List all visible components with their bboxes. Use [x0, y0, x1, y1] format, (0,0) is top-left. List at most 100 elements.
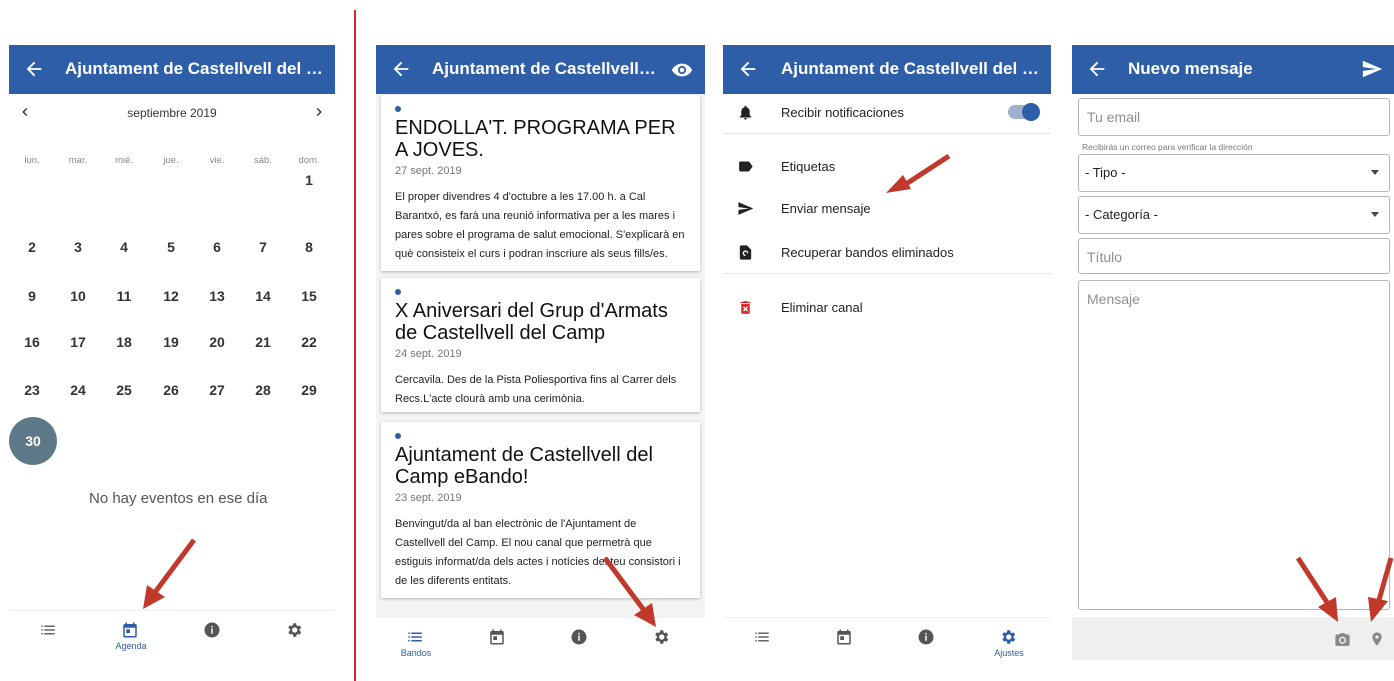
calendar-day[interactable]: 3	[55, 239, 101, 255]
nav-ajustes-label: Ajustes	[994, 648, 1024, 658]
calendar-day[interactable]: 23	[9, 382, 55, 398]
info-icon	[571, 629, 587, 645]
gear-icon	[655, 630, 669, 644]
calendar-day[interactable]: 28	[240, 382, 286, 398]
calendar-day[interactable]: 25	[101, 382, 147, 398]
bando-body: El proper divendres 4 d'octubre a les 17…	[395, 191, 685, 260]
back-arrow-icon[interactable]	[390, 58, 412, 80]
calendar-day[interactable]: 29	[286, 382, 332, 398]
nav-info[interactable]	[887, 618, 967, 665]
camera-icon[interactable]	[1334, 631, 1351, 648]
calendar-day[interactable]: 22	[286, 334, 332, 350]
bando-title: X Aniversari del Grup d'Armats de Castel…	[395, 300, 668, 344]
categoria-value: - Categoría -	[1085, 207, 1158, 222]
weekday-label: jue.	[163, 155, 179, 166]
calendar-day[interactable]: 8	[286, 239, 332, 255]
mensaje-field[interactable]: Mensaje	[1078, 280, 1390, 610]
section-divider	[354, 10, 356, 681]
labels-row[interactable]: Etiquetas	[723, 147, 1051, 187]
next-month-chevron-icon[interactable]	[311, 104, 327, 120]
calendar-day[interactable]: 26	[148, 382, 194, 398]
unread-dot	[395, 106, 401, 112]
notifications-toggle[interactable]	[1008, 103, 1040, 121]
nav-agenda[interactable]	[458, 618, 538, 665]
delete-channel-row[interactable]: Eliminar canal	[723, 288, 1051, 328]
send-message-row[interactable]: Enviar mensaje	[723, 189, 1051, 229]
labels-label: Etiquetas	[781, 159, 836, 174]
nav-ajustes[interactable]: Ajustes	[969, 618, 1049, 665]
calendar-day[interactable]: 2	[9, 239, 55, 255]
calendar-day[interactable]: 16	[9, 334, 55, 350]
bando-body: Cercavila. Des de la Pista Poliesportiva…	[395, 374, 677, 405]
attachment-bar	[1072, 617, 1394, 660]
calendar-day[interactable]: 11	[101, 288, 147, 304]
calendar-day[interactable]: 18	[101, 334, 147, 350]
restore-icon	[739, 245, 752, 260]
calendar-day[interactable]: 5	[148, 239, 194, 255]
unread-dot	[395, 433, 401, 439]
calendar-day[interactable]: 21	[240, 334, 286, 350]
month-label: septiembre 2019	[127, 106, 217, 120]
toggle-knob	[1022, 103, 1040, 121]
titulo-field[interactable]: Título	[1078, 238, 1390, 274]
nav-agenda[interactable]: Agenda	[91, 611, 171, 659]
calendar-day[interactable]: 1	[286, 172, 332, 188]
calendar-day[interactable]: 20	[194, 334, 240, 350]
back-arrow-icon[interactable]	[737, 58, 759, 80]
bottom-navigation: Bandos	[376, 617, 705, 665]
app-title: Ajuntament de Castellvell del Camp	[65, 59, 327, 78]
calendar-day[interactable]: 14	[240, 288, 286, 304]
tipo-select[interactable]: - Tipo -	[1078, 154, 1390, 192]
recover-label: Recuperar bandos eliminados	[781, 245, 954, 260]
nav-ajustes[interactable]	[255, 611, 335, 659]
weekday-label: dom.	[298, 155, 320, 166]
tipo-value: - Tipo -	[1085, 165, 1126, 180]
divider	[723, 133, 1051, 134]
bando-card[interactable]: X Aniversari del Grup d'Armats de Castel…	[381, 278, 700, 412]
selected-day[interactable]: 30	[9, 417, 57, 465]
bandos-screen: Ajuntament de Castellvell de... ENDOLLA'…	[376, 45, 705, 665]
calendar-icon	[123, 622, 137, 638]
calendar-day[interactable]: 13	[194, 288, 240, 304]
eye-icon[interactable]	[671, 59, 693, 81]
nav-agenda-label: Agenda	[115, 641, 147, 651]
calendar-day[interactable]: 7	[240, 239, 286, 255]
nav-bandos[interactable]	[9, 611, 89, 659]
back-arrow-icon[interactable]	[1086, 58, 1108, 80]
calendar-day[interactable]: 4	[101, 239, 147, 255]
delete-channel-label: Eliminar canal	[781, 300, 863, 315]
bando-card[interactable]: ENDOLLA'T. PROGRAMA PER A JOVES. 27 sept…	[381, 95, 700, 271]
bando-date: 23 sept. 2019	[395, 492, 462, 504]
email-field[interactable]: Tu email	[1078, 98, 1390, 136]
categoria-select[interactable]: - Categoría -	[1078, 196, 1390, 234]
calendar-day[interactable]: 10	[55, 288, 101, 304]
email-placeholder: Tu email	[1087, 109, 1141, 125]
calendar-day[interactable]: 6	[194, 239, 240, 255]
weekday-label: lun.	[24, 155, 40, 166]
nav-bandos[interactable]: Bandos	[376, 618, 456, 665]
nav-info[interactable]	[540, 618, 620, 665]
calendar-day[interactable]: 9	[9, 288, 55, 304]
nav-ajustes[interactable]	[622, 618, 702, 665]
nav-bandos[interactable]	[723, 618, 803, 665]
notifications-row[interactable]: Recibir notificaciones	[723, 93, 1051, 133]
nav-info[interactable]	[173, 611, 253, 659]
calendar-day[interactable]: 15	[286, 288, 332, 304]
calendar-day[interactable]: 12	[148, 288, 194, 304]
recover-row[interactable]: Recuperar bandos eliminados	[723, 233, 1051, 273]
nav-agenda[interactable]	[805, 618, 885, 665]
bando-date: 24 sept. 2019	[395, 348, 462, 360]
calendar-day[interactable]: 27	[194, 382, 240, 398]
delete-trash-icon	[740, 301, 751, 314]
gear-icon	[288, 623, 302, 637]
calendar-day[interactable]: 19	[148, 334, 194, 350]
bando-card[interactable]: Ajuntament de Castellvell del Camp eBand…	[381, 422, 700, 598]
calendar-day[interactable]: 17	[55, 334, 101, 350]
back-arrow-icon[interactable]	[23, 58, 45, 80]
list-icon	[41, 625, 55, 635]
app-bar: Nuevo mensaje	[1072, 45, 1394, 94]
location-pin-icon[interactable]	[1369, 630, 1385, 648]
ajustes-screen: Ajuntament de Castellvell del Camp Recib…	[723, 45, 1051, 665]
calendar-day[interactable]: 24	[55, 382, 101, 398]
send-icon[interactable]	[1360, 58, 1384, 80]
